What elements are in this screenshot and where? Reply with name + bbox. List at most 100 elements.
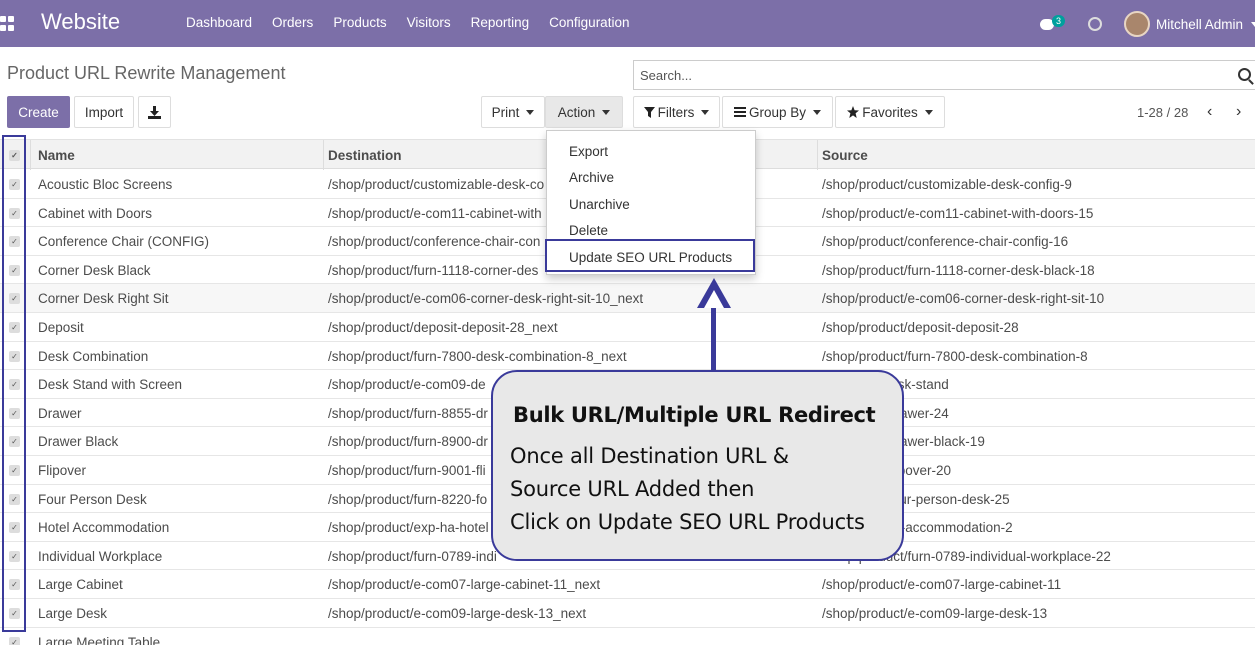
star-icon	[847, 106, 860, 118]
apps-grid-icon[interactable]	[0, 16, 16, 32]
column-divider	[323, 140, 324, 170]
table-row[interactable]: ✓ Large Cabinet/shop/product/e-com07-larg…	[0, 570, 1255, 599]
chevron-down-icon[interactable]	[1251, 21, 1255, 27]
cell-source: /shop/product/e-com07-large-cabinet-11	[822, 577, 1062, 593]
cell-destination: /shop/product/furn-0789-indi	[328, 548, 497, 564]
column-divider	[817, 140, 818, 170]
list-icon	[733, 107, 746, 117]
favorites-button-label: Favorites	[862, 104, 918, 120]
menu-item-delete[interactable]: Delete	[569, 223, 608, 238]
menu-orders[interactable]: Orders	[262, 15, 323, 30]
callout-line: Source URL Added then	[510, 477, 755, 501]
cell-source: /shop/product/deposit-deposit-28	[822, 320, 1019, 335]
cell-name: Four Person Desk	[38, 491, 147, 507]
filters-button-label: Filters	[657, 104, 695, 120]
cell-source: /shop/product/e-com09-large-desk-13	[822, 606, 1048, 621]
menu-visitors[interactable]: Visitors	[397, 15, 461, 30]
search-box	[633, 60, 1255, 90]
cell-destination: /shop/product/furn-1118-corner-des	[328, 262, 539, 278]
menu-item-archive[interactable]: Archive	[569, 170, 614, 185]
chevron-down-icon	[526, 109, 535, 115]
navbar-right: 3 Mitchell Admin	[1039, 10, 1255, 38]
pager-value[interactable]: 1-28 / 28	[1137, 105, 1188, 120]
group-by-button-label: Group By	[748, 104, 807, 120]
create-button-label: Create	[18, 104, 59, 120]
column-header-name[interactable]: Name	[38, 148, 75, 163]
cell-name: Hotel Accommodation	[38, 520, 170, 536]
pager-next-icon[interactable]: ›	[1236, 104, 1250, 120]
page-title: Product URL Rewrite Management	[7, 63, 286, 83]
user-name[interactable]: Mitchell Admin	[1156, 17, 1243, 32]
menu-item-highlight-frame	[545, 239, 755, 272]
column-header-source[interactable]: Source	[822, 148, 868, 163]
cell-source: /shop/product/e-com06-corner-desk-right-…	[822, 291, 1105, 307]
cell-name: Conference Chair (CONFIG)	[38, 234, 210, 250]
search-input[interactable]	[634, 61, 1214, 89]
cell-source: /shop/product/e-com11-cabinet-with-doors…	[822, 205, 1094, 221]
filter-icon	[643, 106, 655, 118]
row-checkbox[interactable]: ✓	[9, 636, 20, 645]
callout-arrow-shaft	[711, 297, 716, 372]
top-navbar: Website Dashboard Orders Products Visito…	[0, 0, 1255, 47]
print-button[interactable]: Print	[481, 96, 545, 128]
cell-destination: /shop/product/e-com09-large-desk-13_next	[328, 606, 587, 621]
avatar[interactable]	[1123, 11, 1150, 37]
cell-destination: /shop/product/conference-chair-con	[328, 234, 541, 250]
filters-button[interactable]: Filters	[633, 96, 720, 128]
cell-source: /shop/product/conference-chair-config-16	[822, 234, 1069, 250]
callout-line: Click on Update SEO URL Products	[510, 510, 865, 534]
selection-highlight-frame	[2, 135, 26, 632]
cell-source: /shop/product/furn-1118-corner-desk-blac…	[822, 262, 1095, 278]
menu-configuration[interactable]: Configuration	[539, 15, 639, 30]
chevron-down-icon	[924, 109, 933, 115]
chat-icon[interactable]: 3	[1039, 14, 1065, 34]
favorites-button[interactable]: Favorites	[835, 96, 945, 128]
import-button[interactable]: Import	[74, 96, 134, 128]
menu-item-unarchive[interactable]: Unarchive	[569, 197, 630, 212]
cell-name: Corner Desk Right Sit	[38, 291, 169, 307]
create-button[interactable]: Create	[7, 96, 70, 128]
chevron-down-icon	[813, 109, 822, 115]
menu-products[interactable]: Products	[323, 15, 396, 30]
search-icon[interactable]	[1238, 68, 1251, 81]
menu-dashboard[interactable]: Dashboard	[176, 15, 262, 30]
cell-name: Large Cabinet	[38, 577, 123, 593]
pager-previous-icon[interactable]: ‹	[1207, 104, 1221, 120]
clock-icon[interactable]	[1087, 17, 1102, 31]
chat-badge: 3	[1051, 15, 1065, 27]
column-header-destination[interactable]: Destination	[328, 148, 402, 163]
callout-box: Bulk URL/Multiple URL Redirect Once all …	[491, 370, 904, 561]
download-button[interactable]	[138, 96, 171, 128]
cell-destination: /shop/product/e-com09-de	[328, 377, 486, 393]
table-row[interactable]: ✓ Desk Combination/shop/product/furn-7800…	[0, 342, 1255, 371]
menu-item-export[interactable]: Export	[569, 144, 608, 159]
cell-destination: /shop/product/e-com06-corner-desk-right-…	[328, 291, 644, 307]
action-button[interactable]: Action	[545, 96, 623, 128]
table-row[interactable]: ✓ Large Desk/shop/product/e-com09-large-d…	[0, 599, 1255, 628]
cell-name: Desk Combination	[38, 348, 149, 364]
cell-destination: /shop/product/deposit-deposit-28_next	[328, 320, 558, 335]
main-menu: Dashboard Orders Products Visitors Repor…	[176, 15, 639, 30]
cell-name: Large Desk	[38, 606, 108, 621]
menu-reporting[interactable]: Reporting	[461, 15, 540, 30]
cell-destination: /shop/product/exp-ha-hotel	[328, 520, 489, 536]
cell-destination: /shop/product/e-com11-cabinet-with	[328, 205, 542, 221]
app-brand[interactable]: Website	[41, 9, 120, 35]
cell-name: Drawer	[38, 405, 82, 421]
group-by-button[interactable]: Group By	[722, 96, 833, 128]
table-row[interactable]: ✓ Large Meeting Table	[0, 628, 1255, 645]
cell-destination: /shop/product/customizable-desk-co	[328, 177, 545, 192]
column-divider	[30, 140, 31, 170]
callout-title: Bulk URL/Multiple URL Redirect	[513, 403, 876, 427]
cell-destination: /shop/product/furn-8900-dr	[328, 434, 488, 450]
cell-name: Acoustic Bloc Screens	[38, 177, 173, 192]
cell-destination: /shop/product/furn-7800-desk-combination…	[328, 348, 627, 364]
callout-line: Once all Destination URL &	[510, 444, 789, 468]
table-row[interactable]: ✓ Deposit/shop/product/deposit-deposit-28…	[0, 313, 1255, 342]
cell-name: Drawer Black	[38, 434, 119, 450]
cell-destination: /shop/product/e-com07-large-cabinet-11_n…	[328, 577, 601, 593]
action-button-label: Action	[557, 104, 596, 120]
download-icon	[148, 105, 161, 119]
cell-destination: /shop/product/furn-8855-dr	[328, 405, 488, 421]
table-row[interactable]: ✓ Corner Desk Right Sit/shop/product/e-co…	[0, 284, 1255, 313]
